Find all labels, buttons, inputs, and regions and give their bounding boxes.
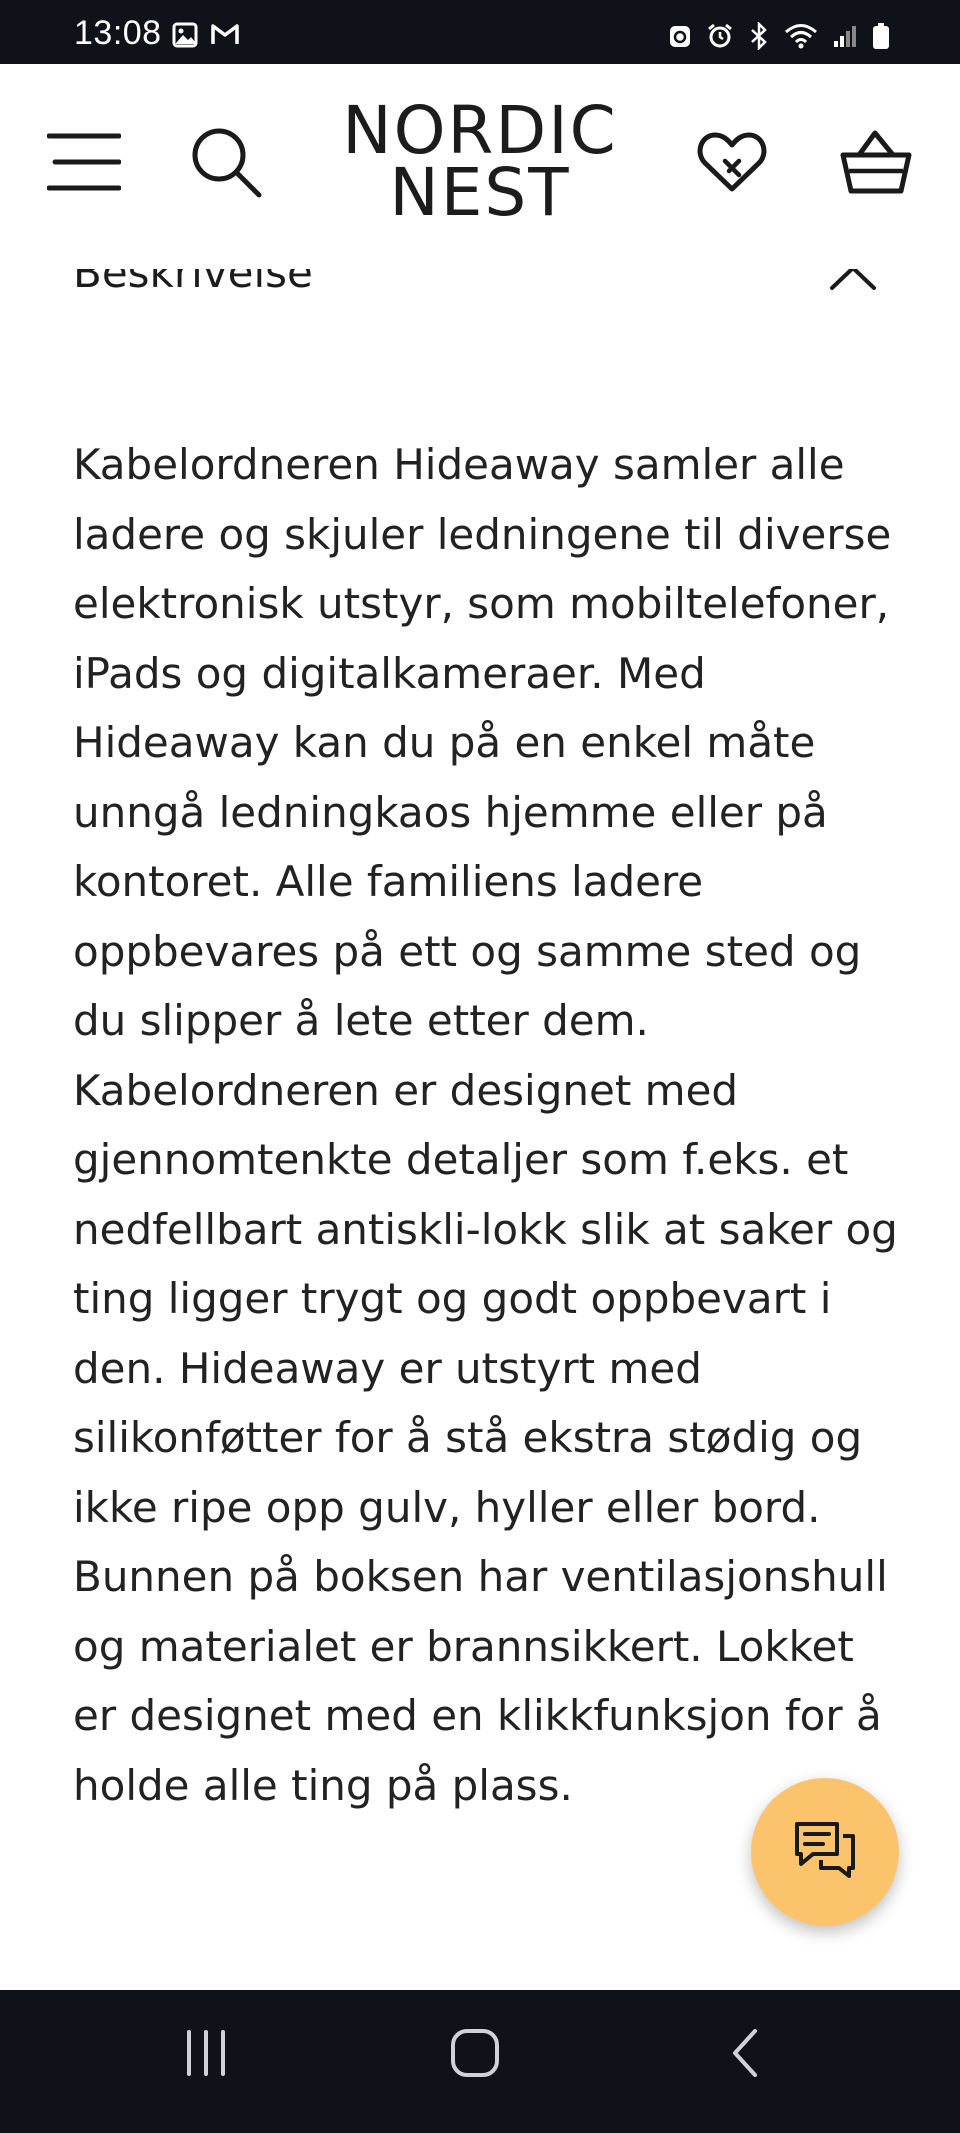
- battery-icon: [872, 22, 890, 50]
- image-notification-icon: [172, 22, 198, 48]
- site-header: NORDIC NEST: [0, 64, 960, 269]
- logo[interactable]: NORDIC NEST: [320, 92, 640, 231]
- chat-icon: [793, 1820, 857, 1884]
- wishlist-button[interactable]: [692, 124, 772, 204]
- status-left-icons: [172, 22, 240, 48]
- signal-icon: [832, 23, 858, 49]
- status-bar: 13:08: [0, 0, 960, 64]
- menu-button[interactable]: [44, 124, 124, 204]
- wifi-icon: [784, 22, 818, 50]
- cart-button[interactable]: [836, 124, 916, 204]
- bluetooth-icon: [748, 22, 770, 50]
- alarm-icon: [706, 22, 734, 50]
- recents-button[interactable]: [161, 2020, 251, 2090]
- heart-icon: [697, 131, 767, 197]
- product-description: Kabelordneren Hideaway samler alle lader…: [73, 440, 898, 1810]
- back-icon: [727, 2027, 763, 2083]
- gmail-icon: [210, 22, 240, 48]
- logo-line2: NEST: [389, 154, 571, 231]
- menu-icon: [46, 130, 122, 198]
- status-time: 13:08: [74, 14, 162, 52]
- basket-icon: [839, 129, 913, 199]
- search-icon: [189, 125, 263, 203]
- home-button[interactable]: [430, 2020, 520, 2090]
- logo-line1: NORDIC: [342, 92, 618, 169]
- system-nav-bar: [0, 1990, 960, 2133]
- recents-icon: [181, 2028, 231, 2082]
- back-button[interactable]: [700, 2020, 790, 2090]
- recycle-icon: [668, 23, 692, 49]
- search-button[interactable]: [186, 124, 266, 204]
- status-right-icons: [668, 22, 890, 50]
- chat-button[interactable]: [751, 1778, 899, 1926]
- home-icon: [449, 2027, 501, 2083]
